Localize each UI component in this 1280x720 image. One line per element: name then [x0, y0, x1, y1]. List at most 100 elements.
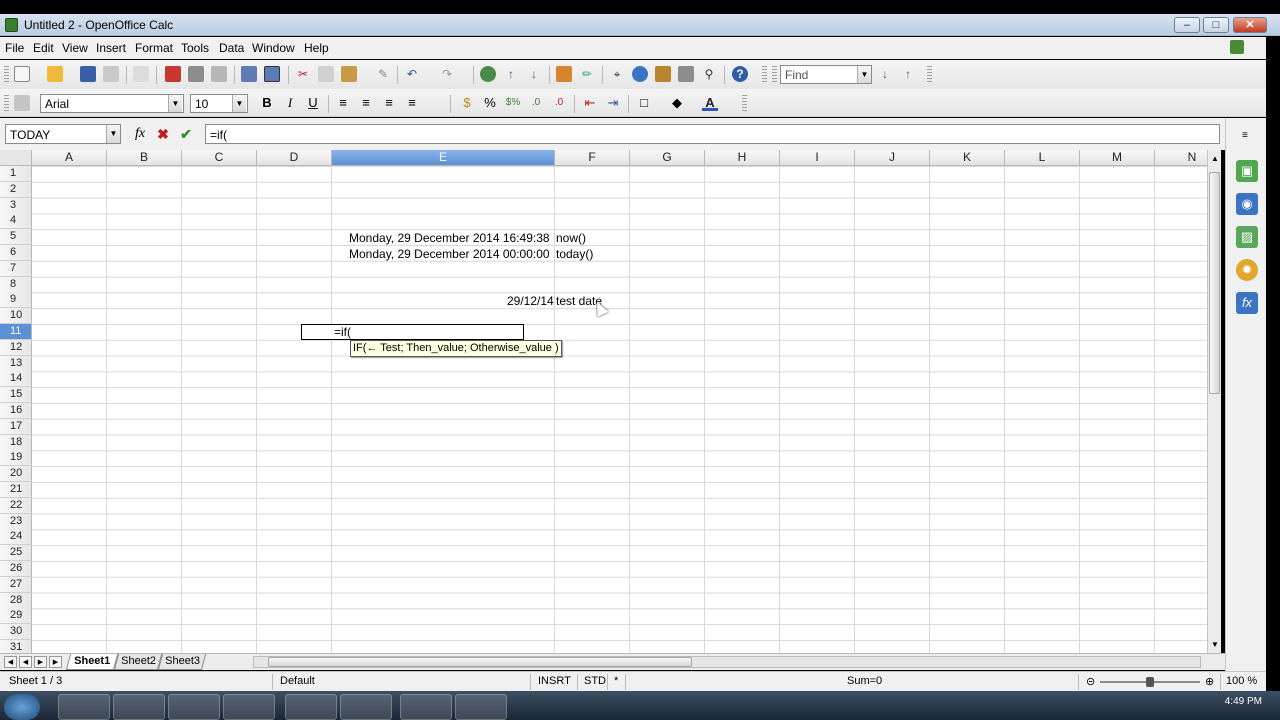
navigator-sidebar-icon[interactable]: ✹	[1236, 259, 1258, 281]
align-right-icon[interactable]: ≡	[381, 95, 397, 111]
previous-sheet-button[interactable]: ◀	[19, 656, 32, 668]
taskbar-app-1[interactable]	[58, 694, 110, 720]
row-header-5[interactable]: 5	[0, 229, 32, 246]
insert-mode[interactable]: INSRT	[538, 675, 571, 687]
row-header-22[interactable]: 22	[0, 497, 32, 514]
font-name-dropdown[interactable]: ▼	[168, 95, 182, 112]
row-header-30[interactable]: 30	[0, 624, 32, 641]
name-box-dropdown[interactable]: ▼	[106, 125, 120, 143]
horizontal-scroll-thumb[interactable]	[268, 657, 692, 667]
spellcheck-icon[interactable]	[241, 66, 257, 82]
row-header-19[interactable]: 19	[0, 450, 32, 467]
delete-decimal-icon[interactable]: .0	[551, 95, 567, 111]
copy-icon[interactable]	[318, 66, 334, 82]
autospellcheck-icon[interactable]	[264, 66, 280, 82]
next-sheet-button[interactable]: ▶	[34, 656, 47, 668]
zoom-slider-knob[interactable]	[1146, 677, 1154, 687]
scroll-down-arrow-icon[interactable]: ▼	[1211, 640, 1219, 649]
decrease-indent-icon[interactable]: ⇤	[582, 95, 598, 111]
extension-update-icon[interactable]	[1230, 40, 1244, 54]
taskbar-app-4[interactable]	[223, 694, 275, 720]
column-header-b[interactable]: B	[107, 150, 182, 166]
zoom-out-icon[interactable]: ⊝	[1086, 675, 1095, 688]
formula-input[interactable]: =if(	[205, 124, 1220, 144]
italic-button[interactable]: I	[282, 95, 298, 111]
menu-insert[interactable]: Insert	[96, 41, 126, 55]
open-folder-icon[interactable]	[47, 66, 63, 82]
column-header-k[interactable]: K	[930, 150, 1005, 166]
styles-icon[interactable]: ◉	[1236, 193, 1258, 215]
row-header-29[interactable]: 29	[0, 608, 32, 625]
menu-window[interactable]: Window	[252, 41, 295, 55]
system-clock[interactable]: 4:49 PM	[1225, 696, 1262, 707]
clone-format-icon[interactable]: ✎	[375, 66, 391, 82]
sort-descending-icon[interactable]: ↓	[526, 66, 542, 82]
start-button[interactable]	[4, 694, 40, 720]
gallery-icon[interactable]	[655, 66, 671, 82]
save-icon[interactable]	[80, 66, 96, 82]
cell-e5[interactable]: Monday, 29 December 2014 16:49:38	[349, 230, 550, 246]
new-document-icon[interactable]	[14, 66, 30, 82]
row-header-28[interactable]: 28	[0, 592, 32, 609]
toolbar-grip[interactable]	[4, 95, 9, 113]
row-header-13[interactable]: 13	[0, 355, 32, 372]
justify-icon[interactable]: ≡	[404, 95, 420, 111]
sheet-tab-1[interactable]: Sheet1	[65, 654, 119, 670]
help-icon[interactable]: ?	[732, 66, 748, 82]
cell-area[interactable]	[32, 166, 1207, 653]
function-wizard-icon[interactable]: fx	[132, 126, 148, 142]
row-header-16[interactable]: 16	[0, 403, 32, 419]
sort-ascending-icon[interactable]: ↑	[503, 66, 519, 82]
cell-e11[interactable]: =if(	[334, 324, 351, 340]
gallery-sidebar-icon[interactable]: ▨	[1236, 226, 1258, 248]
paste-icon[interactable]	[341, 66, 357, 82]
menu-edit[interactable]: Edit	[33, 41, 54, 55]
toolbar-grip[interactable]	[762, 66, 767, 84]
cell-e6[interactable]: Monday, 29 December 2014 00:00:00	[349, 246, 550, 262]
zoom-in-icon[interactable]: ⊕	[1205, 675, 1214, 688]
font-color-icon[interactable]: A	[702, 95, 718, 111]
close-button[interactable]: ✕	[1233, 17, 1267, 33]
column-header-a[interactable]: A	[32, 150, 107, 166]
font-size-dropdown[interactable]: ▼	[232, 95, 246, 112]
row-header-17[interactable]: 17	[0, 418, 32, 435]
cell-f6[interactable]: today()	[556, 246, 593, 262]
row-header-2[interactable]: 2	[0, 181, 32, 198]
column-header-m[interactable]: M	[1080, 150, 1155, 166]
toolbar-grip[interactable]	[4, 66, 9, 84]
column-header-i[interactable]: I	[780, 150, 855, 166]
undo-icon[interactable]: ↶	[404, 66, 420, 82]
row-header-21[interactable]: 21	[0, 482, 32, 498]
sheet-tab-2[interactable]: Sheet2	[113, 654, 163, 670]
row-header-31[interactable]: 31	[0, 640, 32, 653]
find-previous-icon[interactable]: ↑	[900, 66, 916, 82]
last-sheet-button[interactable]: ▶	[49, 656, 62, 668]
find-dropdown-button[interactable]: ▼	[857, 66, 871, 83]
email-icon[interactable]	[103, 66, 119, 82]
background-color-icon[interactable]: ◆	[669, 95, 685, 111]
taskbar-app-8[interactable]	[455, 694, 507, 720]
print-icon[interactable]	[188, 66, 204, 82]
bold-button[interactable]: B	[259, 95, 275, 111]
horizontal-scrollbar[interactable]	[253, 656, 1201, 668]
row-header-20[interactable]: 20	[0, 466, 32, 483]
row-header-24[interactable]: 24	[0, 529, 32, 546]
row-header-1[interactable]: 1	[0, 166, 32, 182]
selection-mode[interactable]: STD	[584, 675, 606, 687]
first-sheet-button[interactable]: ◀	[4, 656, 17, 668]
column-header-d[interactable]: D	[257, 150, 332, 166]
zoom-icon[interactable]: ⚲	[701, 66, 717, 82]
show-draw-functions-icon[interactable]: ✏	[579, 66, 595, 82]
styles-formatting-icon[interactable]	[14, 95, 30, 111]
find-next-icon[interactable]: ↓	[877, 66, 893, 82]
row-header-11[interactable]: 11	[0, 324, 32, 340]
taskbar-app-7[interactable]	[400, 694, 452, 720]
column-header-h[interactable]: H	[705, 150, 780, 166]
vertical-scrollbar[interactable]: ▲ ▼	[1207, 150, 1221, 653]
row-header-12[interactable]: 12	[0, 339, 32, 356]
column-header-c[interactable]: C	[182, 150, 257, 166]
row-header-25[interactable]: 25	[0, 545, 32, 562]
row-header-23[interactable]: 23	[0, 513, 32, 530]
borders-icon[interactable]: □	[636, 95, 652, 111]
row-header-15[interactable]: 15	[0, 387, 32, 404]
